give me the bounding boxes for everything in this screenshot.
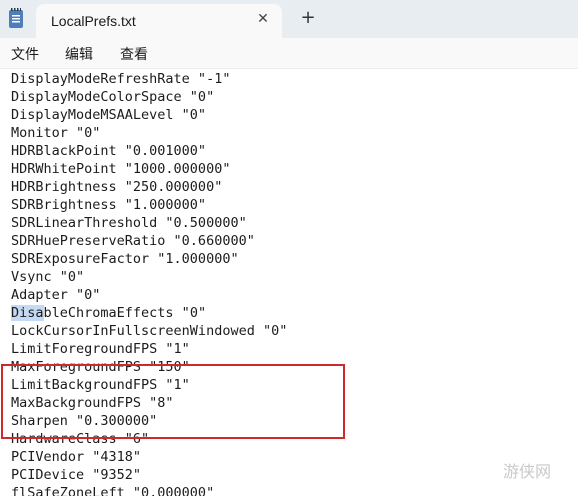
text-editor-area[interactable]: flSafeZoneLeft "0.000000" PCIDevice "9352…: [0, 69, 578, 496]
close-tab-icon[interactable]: ✕: [255, 11, 271, 27]
text-line: HDRWhitePoint "1000.000000": [11, 161, 231, 177]
text-line: flSafeZoneLeft "0.000000": [11, 485, 215, 496]
text-line: Monitor "0": [11, 125, 101, 141]
text-line: SDRBrightness "1.000000": [11, 197, 207, 213]
text-line: SDRExposureFactor "1.000000": [11, 251, 239, 267]
text-line: DisplayModeMSAALevel "0": [11, 107, 207, 123]
tab-localprefs[interactable]: LocalPrefs.txt ✕: [36, 4, 282, 38]
text-line: HDRBrightness "250.000000": [11, 179, 223, 195]
watermark: 游侠网: [503, 462, 552, 481]
text-line: DisplayModeColorSpace "0": [11, 89, 215, 105]
menu-bar: 文件 编辑 查看: [0, 38, 578, 69]
text-line: Vsync "0": [11, 269, 85, 285]
text-line: LockCursorInFullscreenWindowed "0": [11, 323, 288, 339]
notepad-app-icon: [9, 8, 23, 28]
text-line: SDRHuePreserveRatio "0.660000": [11, 233, 255, 249]
new-tab-icon[interactable]: +: [299, 9, 317, 27]
text-line: LimitForegroundFPS "1": [11, 341, 190, 357]
title-bar: LocalPrefs.txt ✕ +: [0, 0, 578, 38]
menu-view[interactable]: 查看: [120, 44, 148, 64]
text-line: SDRLinearThreshold "0.500000": [11, 215, 247, 231]
text-line: Adapter "0": [11, 287, 101, 303]
menu-edit[interactable]: 编辑: [65, 44, 93, 64]
red-highlight-box: [1, 364, 345, 439]
text-selection: Disa: [11, 305, 44, 321]
text-line: PCIVendor "4318": [11, 449, 142, 465]
text-line: DisableChromaEffects "0": [11, 305, 207, 321]
text-line: HDRBlackPoint "0.001000": [11, 143, 207, 159]
tab-title: LocalPrefs.txt: [51, 13, 136, 29]
menu-file[interactable]: 文件: [11, 44, 39, 64]
text-line: DisplayModeRefreshRate "-1": [11, 71, 231, 87]
text-line: PCIDevice "9352": [11, 467, 142, 483]
